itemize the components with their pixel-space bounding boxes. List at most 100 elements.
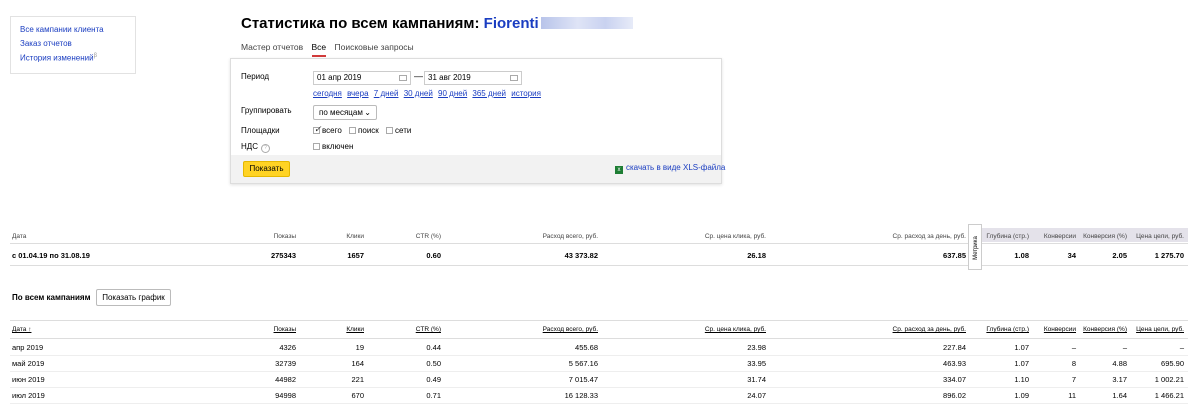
summary-cell-depth: 1.08 [1014, 251, 1029, 260]
table-cell-depth: 1.07 [1014, 359, 1029, 368]
all-client-campaigns-link[interactable]: Все кампании клиента [20, 25, 104, 34]
summary-header-ctr: CTR (%) [415, 233, 441, 240]
side-nav: Все кампании клиента Заказ отчетов Истор… [10, 16, 136, 74]
platform-all-checkbox[interactable] [313, 124, 322, 135]
table-cell-depth: 1.07 [1014, 343, 1029, 352]
campaigns-header-impressions[interactable]: Показы [274, 326, 296, 333]
help-icon[interactable]: ? [260, 144, 270, 153]
table-cell-clicks: 19 [355, 343, 364, 352]
quick-7-days[interactable]: 7 дней [374, 89, 399, 98]
vat-option-label: включен [322, 142, 354, 151]
tab-report-wizard[interactable]: Мастер отчетов [241, 42, 303, 52]
divider [10, 320, 1188, 321]
table-cell-spend: 5 567.16 [568, 359, 598, 368]
table-cell-conversions: – [1071, 343, 1076, 352]
table-cell-spend: 16 128.33 [564, 391, 598, 400]
download-xls-label[interactable]: скачать в виде XLS-файла [626, 163, 725, 172]
date-to-value: 31 авг 2019 [428, 73, 471, 82]
group-label: Группировать [241, 106, 292, 115]
table-cell-ctr: 0.44 [426, 343, 441, 352]
calendar-icon[interactable] [510, 75, 518, 81]
table-cell-avg-cpc: 31.74 [747, 375, 766, 384]
table-cell-date: май 2019 [12, 359, 45, 368]
table-cell-clicks: 670 [351, 391, 364, 400]
quick-period-links: сегодня вчера 7 дней 30 дней 90 дней 365… [313, 89, 544, 98]
date-range-dash: — [414, 71, 423, 81]
table-cell-conversions: 11 [1068, 391, 1076, 400]
table-cell-avg-cpc: 23.98 [747, 343, 766, 352]
order-reports-link[interactable]: Заказ отчетов [20, 39, 72, 48]
divider [10, 338, 1188, 339]
vat-checkbox[interactable] [313, 143, 320, 150]
table-cell-conversion-rate: 4.88 [1112, 359, 1127, 368]
calendar-icon[interactable] [399, 75, 407, 81]
beta-badge: β [93, 53, 98, 59]
table-cell-spend: 7 015.47 [568, 375, 598, 384]
table-cell-goal-cost: – [1179, 343, 1184, 352]
client-name: Fiorenti [483, 15, 539, 32]
show-button[interactable]: Показать [243, 161, 290, 177]
campaigns-header-goal-cost[interactable]: Цена цели, руб. [1136, 326, 1184, 333]
row-divider [10, 355, 1188, 356]
group-select-value: по месяцам [319, 108, 363, 117]
row-divider [10, 371, 1188, 372]
table-cell-ctr: 0.71 [426, 391, 441, 400]
page-title: Статистика по всем кампаниям: Fiorenti [241, 15, 633, 32]
quick-30-days[interactable]: 30 дней [404, 89, 433, 98]
summary-cell-conversions: 34 [1067, 251, 1076, 260]
table-cell-impressions: 4326 [279, 343, 296, 352]
summary-cell-date: с 01.04.19 по 31.08.19 [12, 251, 90, 260]
campaigns-header-ctr[interactable]: CTR (%) [416, 326, 441, 333]
summary-cell-goal-cost: 1 275.70 [1154, 251, 1184, 260]
table-cell-goal-cost: 1 466.21 [1154, 391, 1184, 400]
quick-90-days[interactable]: 90 дней [438, 89, 467, 98]
date-from-value: 01 апр 2019 [317, 73, 362, 82]
platform-search-option[interactable]: поиск [349, 126, 379, 135]
quick-365-days[interactable]: 365 дней [472, 89, 506, 98]
campaigns-header-conversions[interactable]: Конверсии [1044, 326, 1076, 333]
campaigns-header-depth[interactable]: Глубина (стр.) [986, 326, 1029, 333]
table-cell-avg-daily-spend: 334.07 [943, 375, 966, 384]
download-xls-link[interactable]: x скачать в виде XLS-файла [615, 163, 725, 174]
table-cell-goal-cost: 695.90 [1161, 359, 1184, 368]
campaigns-header-spend[interactable]: Расход всего, руб. [543, 326, 598, 333]
table-cell-date: июн 2019 [12, 375, 45, 384]
summary-header-impressions: Показы [273, 233, 296, 240]
table-cell-depth: 1.10 [1014, 375, 1029, 384]
metrika-tab[interactable]: Метрика [968, 224, 982, 270]
vat-option[interactable]: включен [313, 142, 358, 151]
date-to-input[interactable]: 31 авг 2019 [424, 71, 522, 85]
summary-header-avg-cpc: Ср. цена клика, руб. [704, 233, 766, 240]
platform-all-option[interactable]: всего [313, 124, 342, 135]
table-cell-conversion-rate: 1.64 [1112, 391, 1127, 400]
table-cell-clicks: 221 [351, 375, 364, 384]
group-select[interactable]: по месяцам ⌄ [313, 105, 377, 120]
redacted-client-suffix [540, 17, 633, 29]
quick-history[interactable]: история [511, 89, 541, 98]
tab-search-queries[interactable]: Поисковые запросы [335, 42, 414, 52]
table-cell-conversions: 8 [1071, 359, 1076, 368]
summary-header-avg-daily-spend: Ср. расход за день, руб. [892, 233, 966, 240]
table-cell-avg-daily-spend: 463.93 [943, 359, 966, 368]
table-cell-conversions: 7 [1071, 375, 1076, 384]
campaigns-section-title: По всем кампаниям [12, 293, 91, 302]
report-tabs: Мастер отчетов Все Поисковые запросы [241, 42, 420, 57]
quick-yesterday[interactable]: вчера [347, 89, 368, 98]
change-history-link[interactable]: История изменений [20, 54, 94, 63]
quick-today[interactable]: сегодня [313, 89, 342, 98]
table-cell-conversion-rate: – [1122, 343, 1127, 352]
campaigns-header-conversion-rate[interactable]: Конверсия (%) [1083, 326, 1127, 333]
page-title-prefix: Статистика по всем кампаниям: [241, 15, 480, 32]
platform-networks-option[interactable]: сети [386, 126, 411, 135]
date-from-input[interactable]: 01 апр 2019 [313, 71, 411, 85]
chevron-down-icon: ⌄ [364, 108, 371, 117]
tab-all[interactable]: Все [311, 42, 327, 57]
platform-search-checkbox[interactable] [349, 127, 357, 134]
summary-cell-ctr: 0.60 [426, 251, 441, 260]
campaigns-header-avg-cpc[interactable]: Ср. цена клика, руб. [705, 326, 766, 333]
show-chart-button[interactable]: Показать график [96, 289, 171, 306]
platform-networks-checkbox[interactable] [386, 127, 394, 134]
campaigns-header-clicks[interactable]: Клики [346, 326, 364, 333]
campaigns-header-avg-daily-spend[interactable]: Ср. расход за день, руб. [893, 326, 966, 333]
campaigns-header-date[interactable]: Дата ↑ [12, 326, 31, 333]
